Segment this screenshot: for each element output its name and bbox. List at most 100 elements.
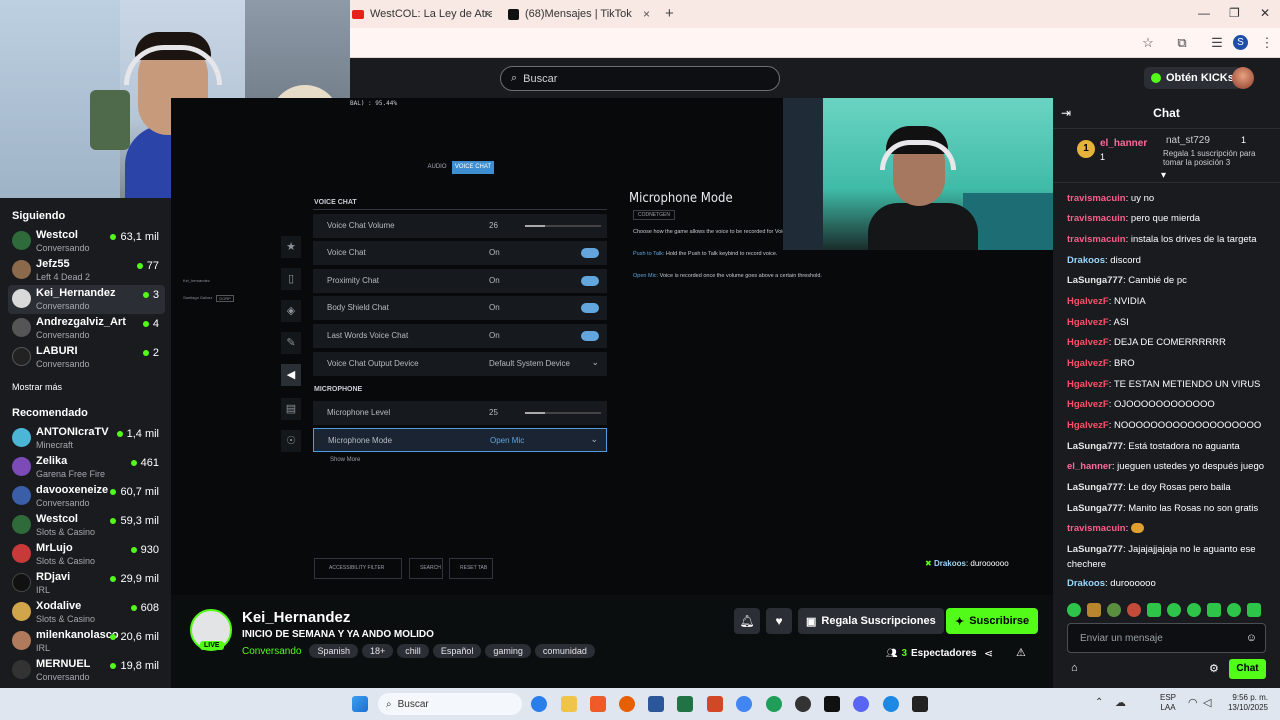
expand-leaderboard-icon[interactable]: ▾	[1161, 170, 1166, 181]
emote-icon[interactable]	[1127, 603, 1141, 617]
chat-username[interactable]: travismacuin	[1067, 193, 1126, 204]
chat-username[interactable]: LaSunga777	[1067, 544, 1123, 555]
firefox-icon[interactable]	[619, 696, 635, 712]
clock[interactable]: 9:56 p. m. 13/10/2025	[1222, 693, 1268, 713]
stream-category[interactable]: Conversando	[242, 646, 301, 657]
sidebar-item-xodalive[interactable]: Xodalive Slots & Casino 608	[8, 598, 165, 627]
sidebar-item-milenkanolasco[interactable]: milenkanolasco IRL 20,6 mil	[8, 627, 165, 656]
powerpoint-icon[interactable]	[707, 696, 723, 712]
emote-icon[interactable]	[1187, 603, 1201, 617]
chat-username[interactable]: Drakoos	[1067, 578, 1105, 589]
wifi-icon[interactable]: ◠	[1188, 696, 1198, 709]
word-icon[interactable]	[648, 696, 664, 712]
tag[interactable]: 18+	[362, 644, 394, 658]
tag[interactable]: Spanish	[309, 644, 359, 658]
file-explorer-icon[interactable]	[561, 696, 577, 712]
language-indicator[interactable]: ESP LAA	[1160, 693, 1176, 713]
profile-avatar[interactable]: S	[1233, 35, 1248, 50]
sidebar-item-westcol-rec[interactable]: Westcol Slots & Casino 59,3 mil	[8, 511, 165, 540]
chat-username[interactable]: el_hanner	[1067, 461, 1112, 472]
chat-username[interactable]: HgalvezF	[1067, 420, 1109, 431]
close-tab-icon[interactable]: ×	[484, 7, 491, 21]
sidebar-item-laburi[interactable]: LABURI Conversando 2	[8, 343, 165, 372]
channel-name[interactable]: Kei_Hernandez	[242, 609, 350, 626]
sidebar-item-davooxeneize[interactable]: davooxeneize Conversando 60,7 mil	[8, 482, 165, 511]
emote-icon[interactable]	[1207, 603, 1221, 617]
extensions-icon[interactable]: ⧉	[1173, 34, 1191, 52]
chat-username[interactable]: travismacuin	[1067, 523, 1126, 534]
report-icon[interactable]: ⚠	[1016, 646, 1026, 659]
minimize-icon[interactable]: —	[1198, 6, 1210, 20]
emoji-icon[interactable]: ☺	[1246, 632, 1257, 644]
sidebar-item-antonicratv[interactable]: ANTONIcraTV Minecraft 1,4 mil	[8, 424, 165, 453]
emote-icon[interactable]	[1107, 603, 1121, 617]
user-avatar[interactable]	[1232, 67, 1254, 89]
chat-message-input[interactable]: Enviar un mensaje ☺	[1067, 623, 1266, 653]
sidebar-item-andrezgalviz-art[interactable]: Andrezgalviz_Art Conversando 4	[8, 314, 165, 343]
chat-username[interactable]: Drakoos	[1067, 255, 1105, 266]
emote-icon[interactable]	[1147, 603, 1161, 617]
volume-icon[interactable]: ◁	[1203, 696, 1211, 709]
chat-username[interactable]: HgalvezF	[1067, 296, 1109, 307]
excel-icon[interactable]	[677, 696, 693, 712]
app-icon[interactable]	[883, 696, 899, 712]
chat-username[interactable]: HgalvezF	[1067, 358, 1109, 369]
store-icon[interactable]: ⌂	[1071, 662, 1078, 674]
show-more-link[interactable]: Mostrar más	[12, 382, 62, 392]
tag[interactable]: chill	[397, 644, 429, 658]
tag[interactable]: gaming	[485, 644, 531, 658]
browser-tab-westcol[interactable]: WestCOL: La Ley de Atracción e	[344, 0, 500, 28]
send-chat-button[interactable]: Chat	[1229, 659, 1266, 679]
search-input[interactable]: ⌕ Buscar	[500, 66, 780, 91]
browser-tab-tiktok[interactable]: (68)Mensajes | TikTok ×	[500, 0, 660, 28]
discord-icon[interactable]	[853, 696, 869, 712]
chat-username[interactable]: HgalvezF	[1067, 337, 1109, 348]
sidebar-item-jefz55[interactable]: Jefz55 Left 4 Dead 2 77	[8, 256, 165, 285]
menu-dots-icon[interactable]: ⋮	[1258, 34, 1276, 52]
chat-username[interactable]: HgalvezF	[1067, 379, 1109, 390]
chat-username[interactable]: LaSunga777	[1067, 503, 1123, 514]
windows-start-icon[interactable]	[352, 696, 368, 712]
tag[interactable]: Español	[432, 644, 482, 658]
close-window-icon[interactable]: ✕	[1260, 6, 1270, 20]
chat-username[interactable]: HgalvezF	[1067, 399, 1109, 410]
sidebar-item-kei-hernandez[interactable]: Kei_Hernandez Conversando 3	[8, 285, 165, 314]
chat-username[interactable]: travismacuin	[1067, 213, 1126, 224]
close-tab-icon[interactable]: ×	[643, 7, 650, 21]
emote-icon[interactable]	[1227, 603, 1241, 617]
cloud-icon[interactable]: ☁	[1115, 696, 1126, 709]
bookmark-star-icon[interactable]: ☆	[1139, 34, 1157, 52]
chat-username[interactable]: HgalvezF	[1067, 317, 1109, 328]
reading-list-icon[interactable]: ☰	[1208, 34, 1226, 52]
app-icon[interactable]	[912, 696, 928, 712]
maximize-icon[interactable]: ❐	[1229, 6, 1240, 20]
emote-icon[interactable]	[1087, 603, 1101, 617]
sidebar-item-zelika[interactable]: Zelika Garena Free Fire 461	[8, 453, 165, 482]
get-kicks-button[interactable]: Obtén KICKs	[1144, 67, 1241, 89]
brave-icon[interactable]	[590, 696, 606, 712]
chrome-active-icon[interactable]	[766, 696, 782, 712]
emote-icon[interactable]	[1067, 603, 1081, 617]
chat-username[interactable]: LaSunga777	[1067, 275, 1123, 286]
sidebar-item-mrlujo[interactable]: MrLujo Slots & Casino 930	[8, 540, 165, 569]
chat-username[interactable]: travismacuin	[1067, 234, 1126, 245]
tag[interactable]: comunidad	[534, 644, 595, 658]
new-tab-button[interactable]: +	[665, 5, 674, 22]
chat-username[interactable]: LaSunga777	[1067, 482, 1123, 493]
tiktok-taskbar-icon[interactable]	[824, 696, 840, 712]
sidebar-item-rdjavi[interactable]: RDjavi IRL 29,9 mil	[8, 569, 165, 598]
chat-username[interactable]: LaSunga777	[1067, 441, 1123, 452]
sidebar-item-westcol[interactable]: Westcol Conversando 63,1 mil	[8, 227, 165, 256]
chrome-icon[interactable]	[736, 696, 752, 712]
subscribe-button[interactable]: ✦ Suscribirse	[946, 608, 1039, 634]
emote-icon[interactable]	[1247, 603, 1261, 617]
taskbar-search[interactable]: ⌕ Buscar	[378, 693, 522, 715]
follow-button[interactable]: ♥	[766, 608, 792, 634]
settings-gear-icon[interactable]: ⚙	[1209, 662, 1219, 675]
obs-icon[interactable]	[795, 696, 811, 712]
tray-chevron-icon[interactable]: ⌃	[1095, 697, 1103, 708]
share-icon[interactable]: ⋖	[984, 647, 993, 660]
sidebar-item-mernuel[interactable]: MERNUEL Conversando 19,8 mil	[8, 656, 165, 685]
edge-icon[interactable]	[531, 696, 547, 712]
notification-bell-button[interactable]: 🔔︎	[734, 608, 760, 634]
